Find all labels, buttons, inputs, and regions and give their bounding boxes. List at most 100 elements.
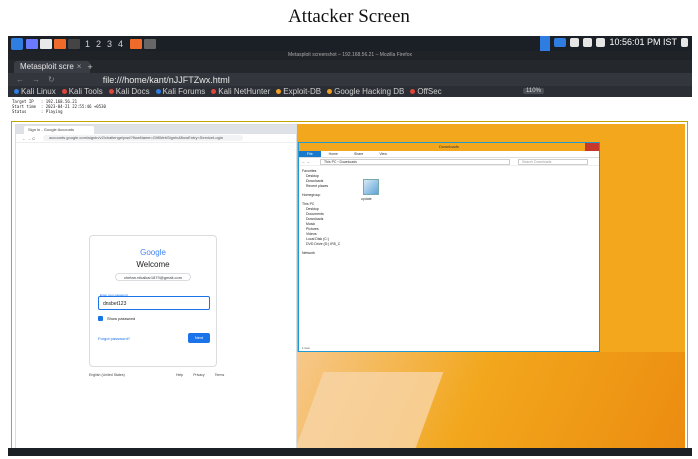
bookmark-icon — [61, 89, 67, 95]
victim-windows-desktop: Downloads File Home Share View ← → This … — [297, 124, 685, 452]
explorer-ribbon: File Home Share View — [299, 151, 599, 158]
zoom-level[interactable]: 110% — [523, 88, 544, 94]
google-logo: Google — [140, 248, 166, 257]
bookmark-label: Kali NetHunter — [218, 87, 271, 96]
ribbon-tab-view[interactable]: View — [371, 151, 395, 157]
language-select[interactable]: English (United States) — [89, 373, 125, 377]
bookmark-3[interactable]: Kali Forums — [155, 87, 206, 96]
kali-top-panel: 1 2 3 4 10:56:01 PM IST — [8, 36, 692, 51]
bookmark-label: Kali Linux — [21, 87, 56, 96]
account-chip[interactable]: chetan.nikalkar1879@gmail.com — [115, 273, 191, 281]
explorer-title-text: Downloads — [439, 144, 459, 149]
show-password-label: Show password — [107, 316, 136, 321]
file-manager-icon[interactable] — [40, 38, 52, 49]
network-icon[interactable] — [554, 37, 567, 47]
lock-icon[interactable] — [596, 37, 606, 47]
nav-pane-item[interactable]: Network — [302, 251, 362, 256]
bookmark-5[interactable]: Exploit-DB — [276, 87, 321, 96]
nav-pane-item[interactable]: DVD Drive (D:) IR5_C — [302, 242, 362, 247]
forward-icon[interactable]: → — [32, 75, 40, 84]
bookmark-icon — [327, 89, 333, 95]
next-button[interactable]: Next — [188, 333, 210, 343]
terminal-launcher-icon[interactable] — [26, 38, 38, 49]
password-field[interactable]: dnsbet123 — [98, 296, 210, 310]
bookmark-7[interactable]: OffSec — [410, 87, 442, 96]
firefox-window: Metasploit screenshot – 192.168.56.21 – … — [8, 51, 692, 456]
update-file-icon[interactable] — [363, 179, 379, 195]
update-file-label[interactable]: update — [361, 197, 372, 201]
tab-close-icon[interactable]: × — [77, 62, 82, 71]
status-text: Status : Playing — [12, 109, 63, 114]
bookmark-label: Exploit-DB — [283, 87, 322, 96]
explorer-path[interactable]: This PC › Downloads — [319, 158, 510, 165]
bookmark-icon — [276, 89, 282, 95]
bookmark-label: OffSec — [417, 87, 442, 96]
firefox-icon[interactable] — [54, 38, 66, 49]
chrome-tab-strip: Sign in - Google Accounts — [16, 125, 296, 134]
attacker-screen: 1 2 3 4 10:56:01 PM IST Metasploit scree… — [8, 36, 692, 456]
bookmark-4[interactable]: Kali NetHunter — [211, 87, 270, 96]
url-bar: ← → ↻ file:///home/kant/nJJFTZwx.html — [8, 73, 692, 86]
terms-link[interactable]: Terms — [215, 373, 225, 377]
explorer-address-row: ← → This PC › Downloads Search Downloads — [299, 158, 599, 166]
bookmark-1[interactable]: Kali Tools — [61, 87, 103, 96]
explorer-nav-pane: Favorites Desktop Downloads Recent places Ho… — [302, 169, 362, 256]
close-icon[interactable] — [585, 143, 599, 151]
nav-pane-item[interactable]: Recent places — [302, 184, 362, 189]
window-task-icon[interactable] — [144, 38, 157, 49]
bookmark-6[interactable]: Google Hacking DB — [327, 87, 404, 96]
ribbon-tab-share[interactable]: Share — [346, 151, 371, 157]
bookmarks-bar: Kali Linux Kali Tools Kali Docs Kali Forums… — [8, 86, 692, 97]
session-info: Target IP : 192.168.56.21 Start time : 2… — [12, 99, 106, 114]
chrome-tab-signin[interactable]: Sign in - Google Accounts — [24, 125, 95, 134]
bookmark-icon — [108, 89, 114, 95]
bookmark-icon — [155, 89, 161, 95]
forgot-password-link[interactable]: Forgot password? — [98, 336, 130, 341]
google-login-card: Google Welcome chetan.nikalkar1879@gmail… — [89, 235, 217, 367]
victim-chrome-window: Sign in - Google Accounts ← → C accounts… — [15, 124, 297, 452]
file-explorer-window: Downloads File Home Share View ← → This … — [298, 142, 600, 352]
workspace-1[interactable]: 1 — [85, 39, 90, 49]
help-link[interactable]: Help — [176, 373, 183, 377]
back-icon[interactable]: ← — [16, 75, 24, 84]
active-indicator — [540, 36, 550, 51]
privacy-link[interactable]: Privacy — [193, 373, 204, 377]
explorer-title: Downloads — [299, 143, 599, 151]
bookmark-0[interactable]: Kali Linux — [14, 87, 56, 96]
ribbon-tab-file[interactable]: File — [299, 151, 321, 157]
workspace-4[interactable]: 4 — [118, 39, 123, 49]
show-password-checkbox[interactable]: Show password — [98, 316, 135, 321]
footer-links: Help Privacy Terms — [176, 373, 224, 377]
app-launcher-icon[interactable] — [68, 38, 80, 49]
victim-screen-stream: Sign in - Google Accounts ← → C accounts… — [11, 121, 688, 455]
workspace-3[interactable]: 3 — [107, 39, 112, 49]
notification-icon[interactable] — [583, 37, 593, 47]
ribbon-tab-home[interactable]: Home — [321, 151, 346, 157]
bookmark-icon — [211, 89, 217, 95]
power-icon[interactable] — [681, 37, 688, 47]
explorer-status: 1 item — [302, 346, 311, 350]
figure-caption: Attacker Screen — [288, 6, 410, 27]
bookmark-2[interactable]: Kali Docs — [108, 87, 150, 96]
tab-strip: Metasploit scre × + — [8, 60, 692, 73]
kali-menu-icon[interactable] — [11, 37, 23, 50]
new-tab-button[interactable]: + — [87, 62, 92, 72]
workspace-2[interactable]: 2 — [96, 39, 101, 49]
bottom-bar — [8, 448, 692, 456]
welcome-heading: Welcome — [136, 260, 170, 269]
firefox-task-icon[interactable] — [130, 38, 143, 49]
chrome-url-input[interactable]: accounts.google.com/signin/v2/challenge/… — [43, 135, 244, 141]
url-input[interactable]: file:///home/kant/nJJFTZwx.html — [103, 75, 230, 85]
nav-pane-item[interactable]: Homegroup — [302, 193, 362, 198]
chrome-nav-icon[interactable]: ← → C — [22, 136, 35, 141]
reload-icon[interactable]: ↻ — [48, 75, 55, 84]
explorer-nav-icon[interactable]: ← → — [302, 160, 310, 164]
bookmark-label: Kali Forums — [162, 87, 206, 96]
bookmark-label: Kali Tools — [68, 87, 103, 96]
volume-icon[interactable] — [570, 37, 580, 47]
checkbox-checked-icon[interactable] — [98, 316, 103, 321]
window-title: Metasploit screenshot – 192.168.56.21 – … — [8, 51, 692, 60]
clock[interactable]: 10:56:01 PM IST — [609, 37, 677, 47]
explorer-search[interactable]: Search Downloads — [517, 158, 588, 165]
page-content: Target IP : 192.168.56.21 Start time : 2… — [8, 97, 692, 456]
